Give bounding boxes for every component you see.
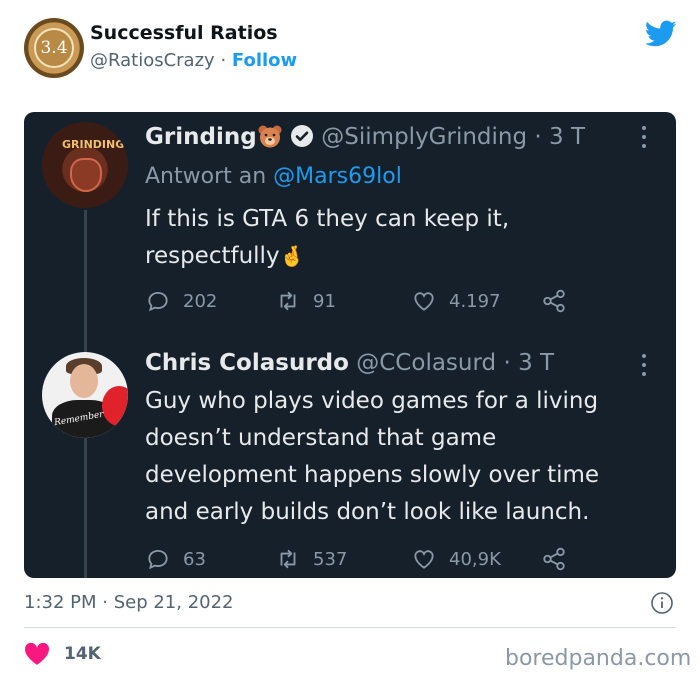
follow-button[interactable]: Follow: [232, 50, 297, 71]
tweet2-line: and early builds don’t look like launch.: [145, 499, 590, 525]
share-button[interactable]: [541, 288, 579, 314]
thread-line: [84, 430, 87, 578]
tweet2-actions: 63 537 40,9K: [145, 546, 585, 572]
like-button[interactable]: 40,9K: [411, 546, 501, 572]
tweet2-line: development happens slowly over time: [145, 462, 600, 488]
share-icon: [543, 289, 565, 313]
reply-mention[interactable]: @Mars69lol: [273, 164, 402, 189]
tweet1-text: If this is GTA 6 they can keep it, respe…: [145, 201, 509, 275]
reply-count: 202: [183, 290, 218, 312]
retweet-button[interactable]: 537: [275, 546, 347, 572]
account-avatar-text: 3.4: [34, 28, 74, 68]
verified-badge-icon: [290, 125, 313, 147]
chris-avatar[interactable]: Remember: [42, 352, 128, 438]
share-icon: [543, 547, 565, 571]
like-count: 4.197: [449, 290, 501, 312]
tweet2-header: Chris Colasurdo @CColasurd · 3 T: [145, 350, 554, 376]
reply-icon: [148, 549, 168, 570]
reply-button[interactable]: 202: [145, 288, 217, 314]
tweet2-line: Guy who plays video games for a living: [145, 388, 599, 414]
retweet-icon: [280, 291, 296, 311]
bear-emoji-icon: [258, 125, 282, 148]
tweet1-line: respectfully🤞: [145, 243, 305, 269]
tweet1-handle[interactable]: @SiimplyGrinding: [321, 124, 527, 150]
more-icon[interactable]: [641, 354, 647, 376]
reply-button[interactable]: 63: [145, 546, 206, 572]
avatar-badge-text: GRINDING: [62, 138, 125, 151]
tweet2-handle[interactable]: @CColasurd: [356, 350, 496, 376]
like-total: 14K: [64, 644, 101, 664]
divider: [24, 627, 676, 628]
tweet1-name[interactable]: Grinding: [145, 124, 257, 150]
embed-header: 3.4 Successful Ratios @RatiosCrazy · Fol…: [0, 0, 700, 100]
tweet2-text: Guy who plays video games for a living d…: [145, 383, 599, 531]
account-avatar[interactable]: 3.4: [24, 18, 84, 78]
account-subline: @RatiosCrazy · Follow: [90, 50, 297, 71]
separator: ·: [220, 50, 227, 71]
like-button[interactable]: 4.197: [411, 288, 501, 314]
reply-icon: [148, 291, 168, 312]
share-button[interactable]: [541, 546, 579, 572]
more-icon[interactable]: [641, 126, 647, 148]
account-name[interactable]: Successful Ratios: [90, 22, 278, 44]
like-icon: [414, 292, 434, 311]
tweet2-line: doesn’t understand that game: [145, 425, 497, 451]
tweet1-header: Grinding @SiimplyGrinding · 3 T: [145, 124, 585, 150]
tweet1-line: If this is GTA 6 they can keep it,: [145, 206, 510, 232]
tweet-screenshot: GRINDING Grinding @SiimplyGrinding · 3 T…: [24, 112, 676, 578]
info-icon[interactable]: [650, 591, 674, 615]
grinding-avatar[interactable]: GRINDING: [42, 122, 128, 208]
tweet-timestamp[interactable]: 1:32 PM · Sep 21, 2022: [24, 592, 234, 613]
account-handle[interactable]: @RatiosCrazy: [90, 50, 215, 71]
heart-icon: [25, 642, 49, 665]
retweet-count: 91: [313, 290, 336, 312]
watermark: boredpanda.com: [505, 646, 692, 671]
reply-prefix: Antwort an: [145, 164, 267, 189]
avatar-head: [70, 364, 98, 398]
retweet-count: 537: [313, 548, 348, 570]
avatar-face: [70, 158, 102, 192]
like-summary[interactable]: 14K: [24, 642, 101, 666]
tweet1-actions: 202 91 4.197: [145, 288, 585, 314]
twitter-bird-icon[interactable]: [645, 20, 677, 48]
reply-count: 63: [183, 548, 206, 570]
tweet1-time[interactable]: · 3 T: [534, 124, 585, 150]
like-icon: [414, 550, 434, 569]
tweet2-name[interactable]: Chris Colasurdo: [145, 350, 349, 376]
crossed-fingers-emoji-icon: 🤞: [279, 244, 305, 268]
avatar-red-ring: [102, 386, 128, 426]
like-count: 40,9K: [449, 548, 501, 570]
retweet-icon: [280, 549, 296, 569]
tweet2-time[interactable]: · 3 T: [503, 350, 554, 376]
retweet-button[interactable]: 91: [275, 288, 336, 314]
reply-context: Antwort an @Mars69lol: [145, 164, 402, 189]
